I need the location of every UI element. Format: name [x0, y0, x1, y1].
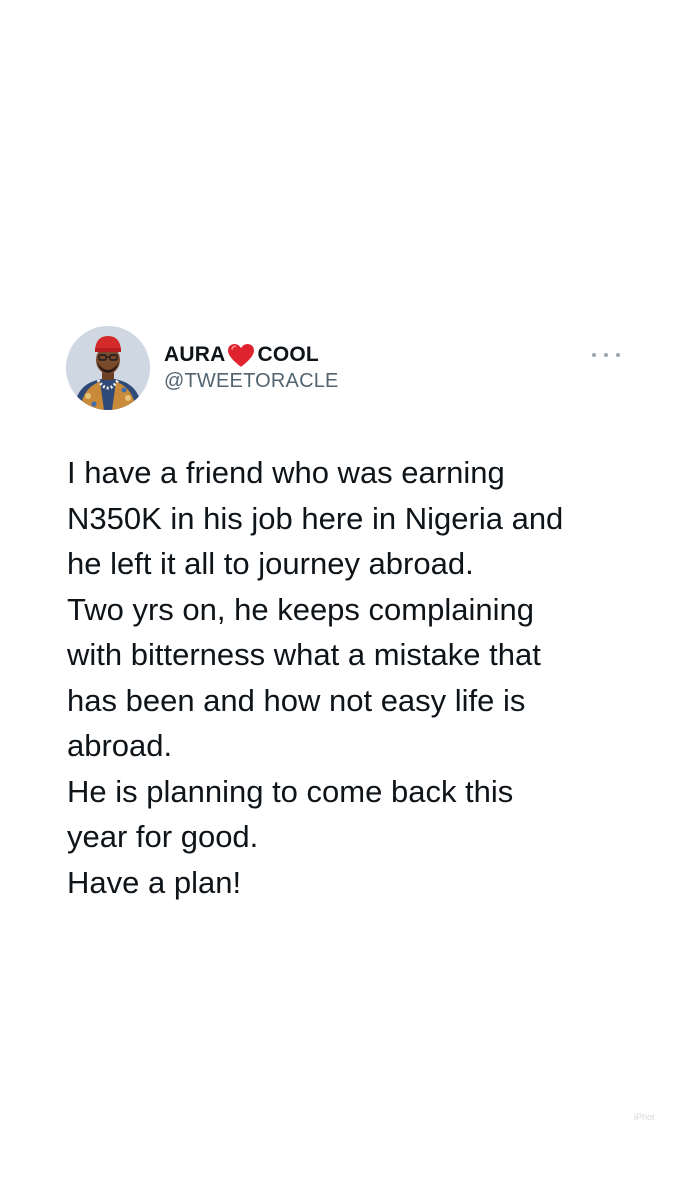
- tweet-line: Two yrs on, he keeps complaining: [67, 591, 534, 627]
- tweet-line: Have a plan!: [67, 864, 242, 900]
- tweet-line: He is planning to come back this: [67, 773, 514, 809]
- watermark: iPhot: [634, 1112, 655, 1122]
- tweet-line: N350K in his job here in Nigeria and: [67, 500, 564, 536]
- tweet-line: with bitterness what a mistake that: [67, 637, 541, 672]
- tweet-card: AURA COOL @TWEETORACLE I have a friend w…: [0, 0, 675, 1200]
- more-options-button[interactable]: [592, 345, 620, 365]
- profile-photo-icon: [66, 326, 150, 410]
- tweet-line: year for good.: [67, 819, 259, 854]
- tweet-line: abroad.: [67, 728, 173, 763]
- avatar[interactable]: [66, 326, 150, 410]
- more-horizontal-icon-dot: [604, 353, 608, 357]
- display-name[interactable]: AURA COOL: [164, 340, 319, 370]
- display-name-last: COOL: [257, 343, 319, 366]
- tweet-text: I have a friend who was earning N350K in…: [67, 450, 627, 905]
- more-horizontal-icon-dot: [616, 353, 620, 357]
- tweet-line: he left it all to journey abroad.: [67, 546, 474, 581]
- page: AURA COOL @TWEETORACLE I have a friend w…: [0, 0, 675, 1200]
- red-heart-icon: [226, 342, 256, 369]
- display-name-first: AURA: [164, 343, 226, 366]
- tweet-line: I have a friend who was earning: [67, 455, 505, 490]
- tweet-line: has been and how not easy life is: [67, 682, 526, 718]
- more-horizontal-icon: [592, 353, 596, 357]
- user-handle[interactable]: @TWEETORACLE: [164, 370, 339, 393]
